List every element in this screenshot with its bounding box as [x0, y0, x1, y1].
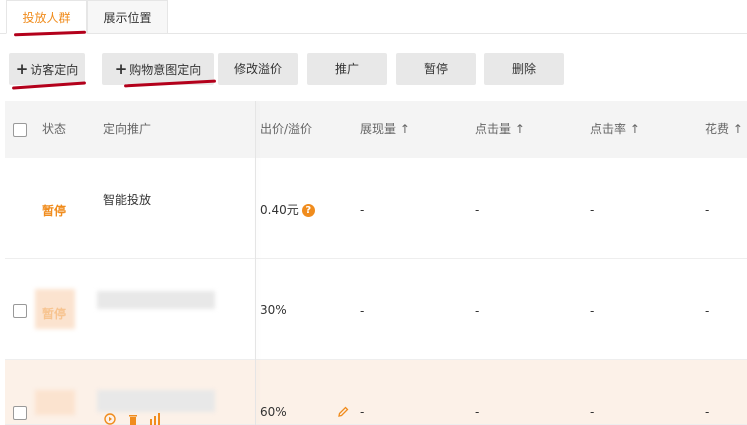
blurred-target	[97, 291, 215, 309]
tab-bar: 投放人群 展示位置	[0, 0, 747, 34]
table-row: 暂停 智能投放 0.40元? - - - -	[5, 158, 747, 259]
bid-value: 30%	[260, 303, 287, 317]
table-header: 状态 定向推广 出价/溢价 展现量 ↑ 点击量 ↑ 点击率 ↑ 花费 ↑	[5, 101, 747, 158]
select-all-checkbox[interactable]	[13, 123, 27, 137]
chart-icon[interactable]	[149, 413, 161, 425]
visitor-targeting-label: 访客定向	[30, 63, 79, 77]
ctr-value: -	[590, 304, 595, 318]
cost-value: -	[705, 405, 710, 419]
impressions-value: -	[360, 304, 365, 318]
bid-value: 0.40元?	[260, 201, 315, 218]
help-icon[interactable]: ?	[301, 204, 315, 217]
header-ctr[interactable]: 点击率 ↑	[590, 101, 640, 158]
table-row: 暂停 30% - - - -	[5, 259, 747, 360]
blurred-target	[97, 390, 215, 412]
header-impressions[interactable]: 展现量 ↑	[360, 101, 410, 158]
targeting-table: 状态 定向推广 出价/溢价 展现量 ↑ 点击量 ↑ 点击率 ↑ 花费 ↑ 暂停 …	[5, 101, 747, 425]
header-bid: 出价/溢价	[260, 122, 313, 136]
play-icon[interactable]	[104, 413, 116, 425]
impressions-value: -	[360, 203, 365, 217]
ctr-value: -	[590, 405, 595, 419]
table-row: 60% - - - -	[5, 360, 747, 425]
clicks-value: -	[475, 304, 480, 318]
header-cost[interactable]: 花费 ↑	[705, 101, 743, 158]
add-visitor-targeting-button[interactable]: + 访客定向	[9, 53, 85, 85]
status-toggle[interactable]: 暂停	[42, 202, 66, 219]
bid-value: 60%	[260, 405, 287, 419]
cost-value: -	[705, 304, 710, 318]
clicks-value: -	[475, 203, 480, 217]
promote-button[interactable]: 推广	[307, 53, 387, 85]
clicks-value: -	[475, 405, 480, 419]
plus-icon: +	[114, 60, 128, 78]
tab-placement[interactable]: 展示位置	[87, 0, 168, 34]
status-toggle[interactable]: 暂停	[42, 305, 66, 322]
pause-button[interactable]: 暂停	[396, 53, 476, 85]
row-checkbox[interactable]	[13, 406, 27, 420]
target-name: 智能投放	[103, 193, 152, 207]
delete-button[interactable]: 删除	[484, 53, 564, 85]
edit-pencil-icon[interactable]	[337, 406, 349, 418]
frozen-column-divider	[255, 101, 256, 425]
purchase-intent-label: 购物意图定向	[129, 63, 202, 77]
cost-value: -	[705, 203, 710, 217]
plus-icon: +	[15, 60, 29, 78]
header-clicks[interactable]: 点击量 ↑	[475, 101, 525, 158]
header-status: 状态	[42, 122, 67, 136]
row-checkbox[interactable]	[13, 304, 27, 318]
bid-amount: 0.40元	[260, 203, 299, 217]
header-target: 定向推广	[103, 122, 152, 136]
trash-icon[interactable]	[127, 413, 139, 425]
blurred-status	[35, 390, 75, 415]
impressions-value: -	[360, 405, 365, 419]
modify-premium-button[interactable]: 修改溢价	[218, 53, 298, 85]
tab-audience[interactable]: 投放人群	[6, 0, 87, 34]
ctr-value: -	[590, 203, 595, 217]
